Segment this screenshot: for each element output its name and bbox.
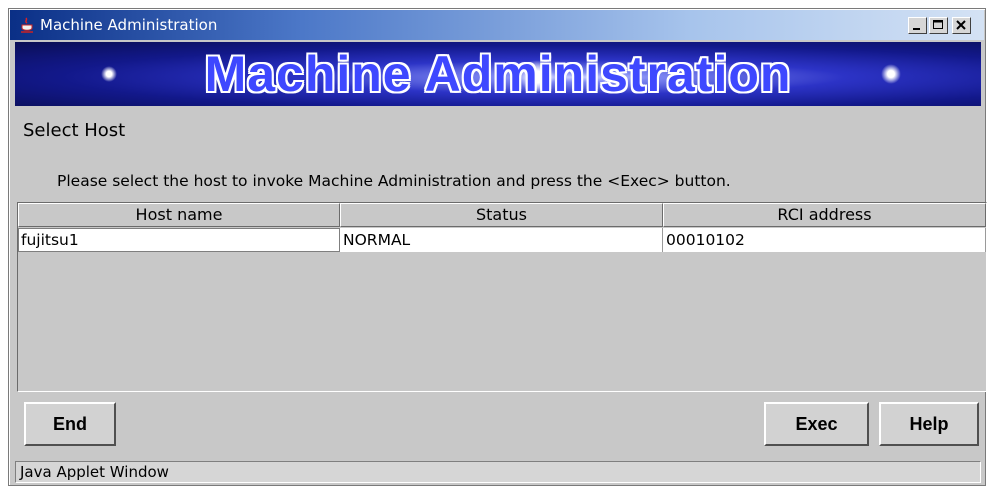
column-header-rci-address[interactable]: RCI address — [663, 203, 986, 227]
machine-administration-window: Machine Administration Machine Administr… — [8, 8, 987, 486]
cell-rci-address[interactable]: 00010102 — [663, 228, 986, 252]
close-icon — [956, 20, 966, 30]
column-header-host-name[interactable]: Host name — [18, 203, 340, 227]
java-cup-icon — [21, 17, 33, 33]
table-header: Host name Status RCI address — [18, 203, 986, 227]
end-button[interactable]: End — [24, 402, 116, 446]
minimize-icon — [913, 28, 920, 30]
table-row[interactable]: fujitsu1 NORMAL 00010102 — [18, 228, 986, 252]
header-banner: Machine Administration — [15, 42, 981, 106]
close-button[interactable] — [952, 17, 971, 34]
exec-button[interactable]: Exec — [764, 402, 869, 446]
status-bar: Java Applet Window — [15, 461, 981, 483]
column-header-status[interactable]: Status — [340, 203, 663, 227]
banner-title: Machine Administration — [204, 46, 792, 102]
window-title: Machine Administration — [40, 16, 218, 34]
cell-host-name[interactable]: fujitsu1 — [18, 228, 340, 252]
maximize-button[interactable] — [929, 17, 948, 34]
cell-status[interactable]: NORMAL — [340, 228, 663, 252]
maximize-icon — [933, 20, 943, 29]
host-table: Host name Status RCI address fujitsu1 NO… — [17, 202, 987, 392]
minimize-button[interactable] — [908, 17, 927, 34]
title-bar[interactable]: Machine Administration — [10, 10, 984, 40]
instructions-text: Please select the host to invoke Machine… — [57, 172, 731, 190]
section-title: Select Host — [23, 120, 126, 141]
help-button[interactable]: Help — [879, 402, 979, 446]
